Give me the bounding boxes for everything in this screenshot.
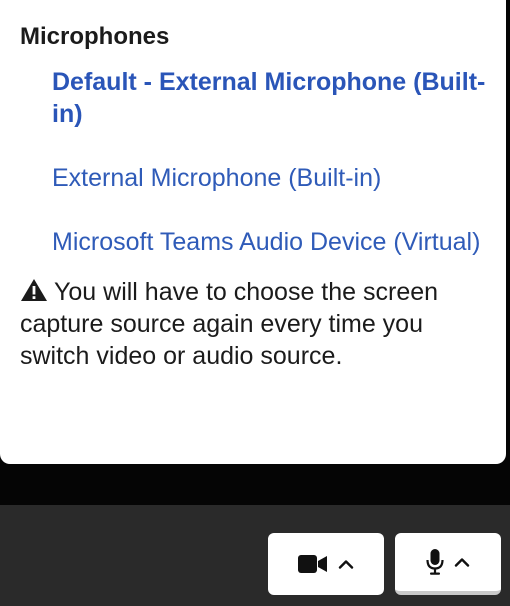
video-camera-icon xyxy=(298,554,328,574)
warning-triangle-icon xyxy=(20,278,48,302)
chevron-up-icon xyxy=(454,557,470,567)
warning-text: You will have to choose the screen captu… xyxy=(20,278,439,370)
screen-capture-warning: You will have to choose the screen captu… xyxy=(20,276,486,372)
microphone-option-external[interactable]: External Microphone (Built-in) xyxy=(52,162,486,194)
microphones-heading: Microphones xyxy=(20,23,170,50)
video-source-button[interactable] xyxy=(268,533,384,595)
chevron-up-icon xyxy=(338,559,354,569)
device-menu-popup: Microphones Default - External Microphon… xyxy=(0,0,506,464)
microphone-option-default[interactable]: Default - External Microphone (Built-in) xyxy=(52,66,486,130)
microphone-option-teams-audio[interactable]: Microsoft Teams Audio Device (Virtual) xyxy=(52,226,486,258)
microphone-source-button[interactable] xyxy=(395,533,501,595)
microphone-icon xyxy=(426,549,444,575)
microphone-list: Default - External Microphone (Built-in)… xyxy=(20,66,486,258)
